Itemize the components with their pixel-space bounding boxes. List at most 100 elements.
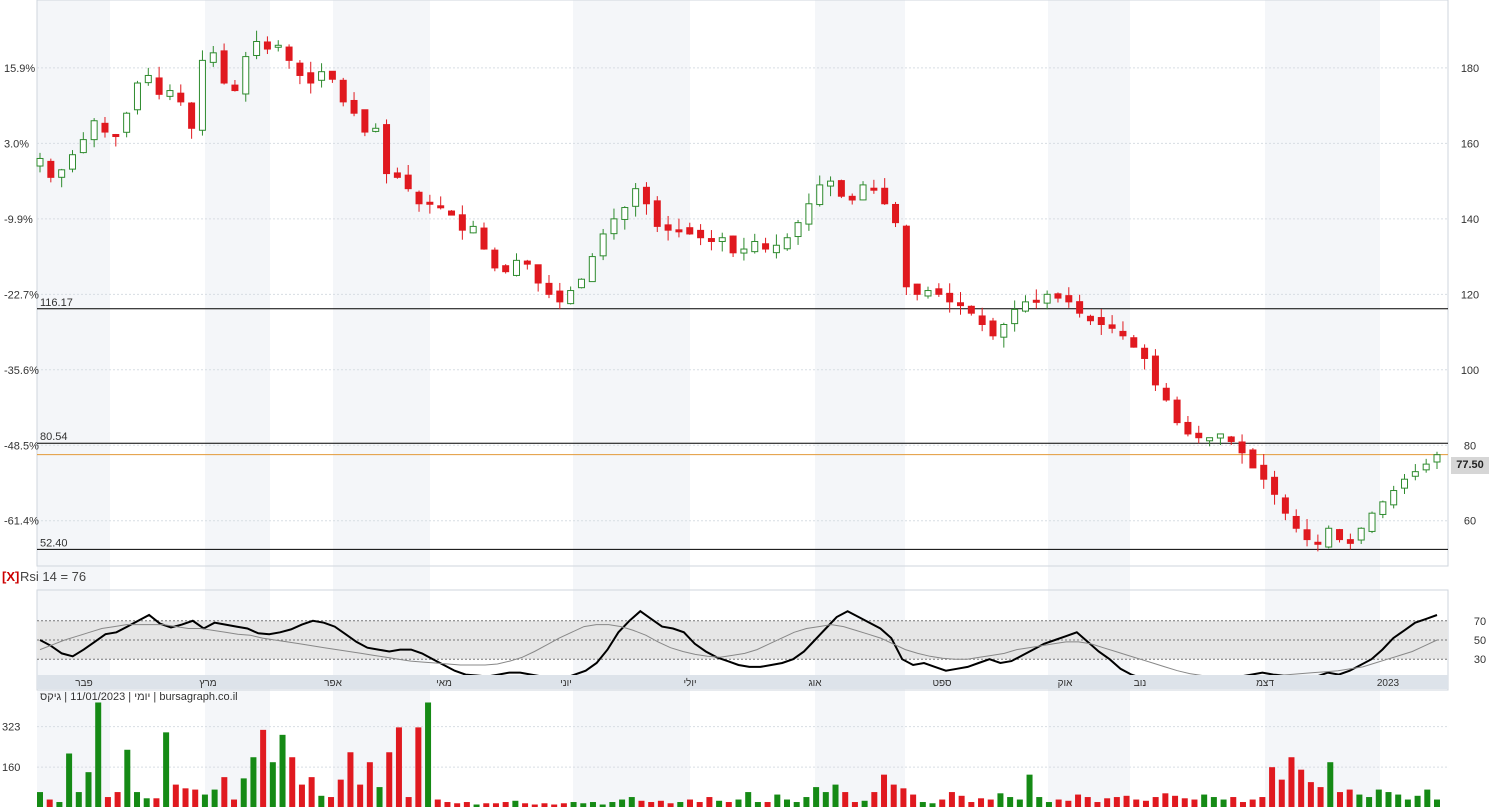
volume-bar bbox=[37, 792, 43, 807]
volume-bar bbox=[395, 727, 402, 807]
volume-bar bbox=[454, 803, 461, 807]
candle-body bbox=[361, 109, 369, 133]
candle-body bbox=[177, 92, 185, 103]
volume-bar bbox=[1104, 798, 1111, 807]
volume-bar bbox=[1278, 779, 1285, 807]
volume-bar bbox=[716, 800, 723, 807]
candle-body bbox=[762, 243, 770, 250]
candle-body bbox=[220, 50, 228, 84]
x-axis-month-label: 2023 bbox=[1377, 678, 1400, 689]
candle-body bbox=[404, 174, 412, 190]
volume-bar bbox=[328, 797, 335, 807]
candle-body bbox=[577, 278, 585, 289]
candle-body bbox=[1260, 464, 1268, 480]
candle-body bbox=[123, 112, 131, 133]
candle-body bbox=[1206, 437, 1214, 442]
price-axis-tick-label: 100 bbox=[1461, 365, 1479, 377]
candle-body bbox=[946, 292, 954, 303]
volume-bar bbox=[609, 802, 616, 807]
candle-body bbox=[469, 225, 477, 234]
volume-bar bbox=[570, 802, 577, 807]
volume-bar bbox=[861, 800, 868, 807]
candle-body bbox=[1292, 515, 1300, 529]
candle-body bbox=[794, 222, 802, 238]
candle-body bbox=[534, 264, 542, 284]
candle-body bbox=[36, 157, 44, 167]
volume-bar bbox=[1239, 802, 1246, 807]
volume-bar bbox=[580, 803, 587, 807]
volume-bar bbox=[211, 789, 218, 807]
candle-body bbox=[1227, 436, 1235, 442]
price-axis-tick-label: 140 bbox=[1461, 214, 1479, 226]
x-axis-month-label: יוני bbox=[560, 678, 572, 689]
volume-bar bbox=[696, 802, 703, 807]
candle-body bbox=[1000, 324, 1008, 338]
volume-bar bbox=[250, 757, 257, 807]
candle-body bbox=[296, 62, 304, 76]
volume-bar bbox=[1375, 789, 1382, 807]
volume-bar bbox=[337, 779, 344, 807]
volume-bar bbox=[638, 800, 645, 807]
volume-bar bbox=[425, 702, 432, 807]
candle-body bbox=[1249, 449, 1257, 469]
volume-bar bbox=[803, 797, 810, 807]
volume-bar bbox=[1201, 794, 1208, 807]
volume-bar bbox=[1317, 787, 1324, 807]
volume-bar bbox=[1307, 782, 1314, 807]
volume-bar bbox=[1036, 797, 1043, 807]
volume-bar bbox=[463, 802, 470, 807]
volume-axis-tick-label: 160 bbox=[2, 762, 20, 774]
candle-body bbox=[1032, 299, 1040, 303]
price-axis-tick-label: 60 bbox=[1464, 516, 1476, 528]
volume-bar bbox=[919, 802, 926, 807]
volume-bar bbox=[415, 727, 422, 807]
volume-bar bbox=[434, 799, 441, 807]
candle-body bbox=[1054, 293, 1062, 299]
level-label: 80.54 bbox=[40, 431, 68, 443]
candle-body bbox=[512, 259, 520, 276]
volume-bar bbox=[978, 798, 985, 807]
volume-bar bbox=[813, 787, 820, 807]
candle-body bbox=[848, 195, 856, 201]
volume-bar bbox=[589, 802, 596, 807]
volume-bar bbox=[376, 787, 383, 807]
candle-body bbox=[372, 127, 380, 132]
volume-bar bbox=[1259, 797, 1266, 807]
chart-root: 180 15.9% 160 3.0% 140 -9.9% 120 -22.7% 100 -35.6… bbox=[0, 0, 1489, 807]
candle-body bbox=[480, 227, 488, 250]
candle-body bbox=[1141, 347, 1149, 359]
candle-body bbox=[621, 207, 629, 220]
volume-bar bbox=[1123, 795, 1130, 807]
volume-bar bbox=[231, 799, 238, 807]
candle-body bbox=[1162, 387, 1170, 401]
rsi-indicator-label: Rsi 14 = 76 bbox=[20, 569, 87, 584]
volume-bar bbox=[900, 788, 907, 807]
volume-bar bbox=[948, 792, 955, 807]
volume-bar bbox=[929, 803, 936, 807]
candle-body bbox=[155, 77, 163, 95]
x-axis-band bbox=[37, 675, 1448, 689]
volume-bar bbox=[75, 792, 82, 807]
volume-bar bbox=[46, 799, 53, 807]
volume-bar bbox=[745, 792, 752, 807]
candle-body bbox=[1346, 539, 1354, 544]
candle-body bbox=[1011, 308, 1019, 325]
candle-body bbox=[383, 124, 391, 175]
volume-bar bbox=[502, 802, 509, 807]
candle-body bbox=[198, 59, 206, 131]
volume-bar bbox=[357, 784, 364, 807]
candle-body bbox=[1043, 293, 1051, 304]
close-indicator-button[interactable]: [X] bbox=[2, 569, 19, 584]
x-axis-month-label: אפר bbox=[324, 678, 342, 689]
volume-bar bbox=[1336, 792, 1343, 807]
volume-bar bbox=[735, 799, 742, 807]
percent-axis-tick-label: -22.7% bbox=[4, 289, 39, 301]
candle-body bbox=[253, 41, 261, 56]
candle-body bbox=[913, 283, 921, 295]
volume-bar bbox=[134, 792, 141, 807]
volume-bar bbox=[1191, 799, 1198, 807]
volume-bar bbox=[1288, 757, 1295, 807]
candle-body bbox=[1303, 529, 1311, 541]
price-axis-tick-label: 160 bbox=[1461, 138, 1479, 150]
candle-body bbox=[101, 122, 109, 133]
